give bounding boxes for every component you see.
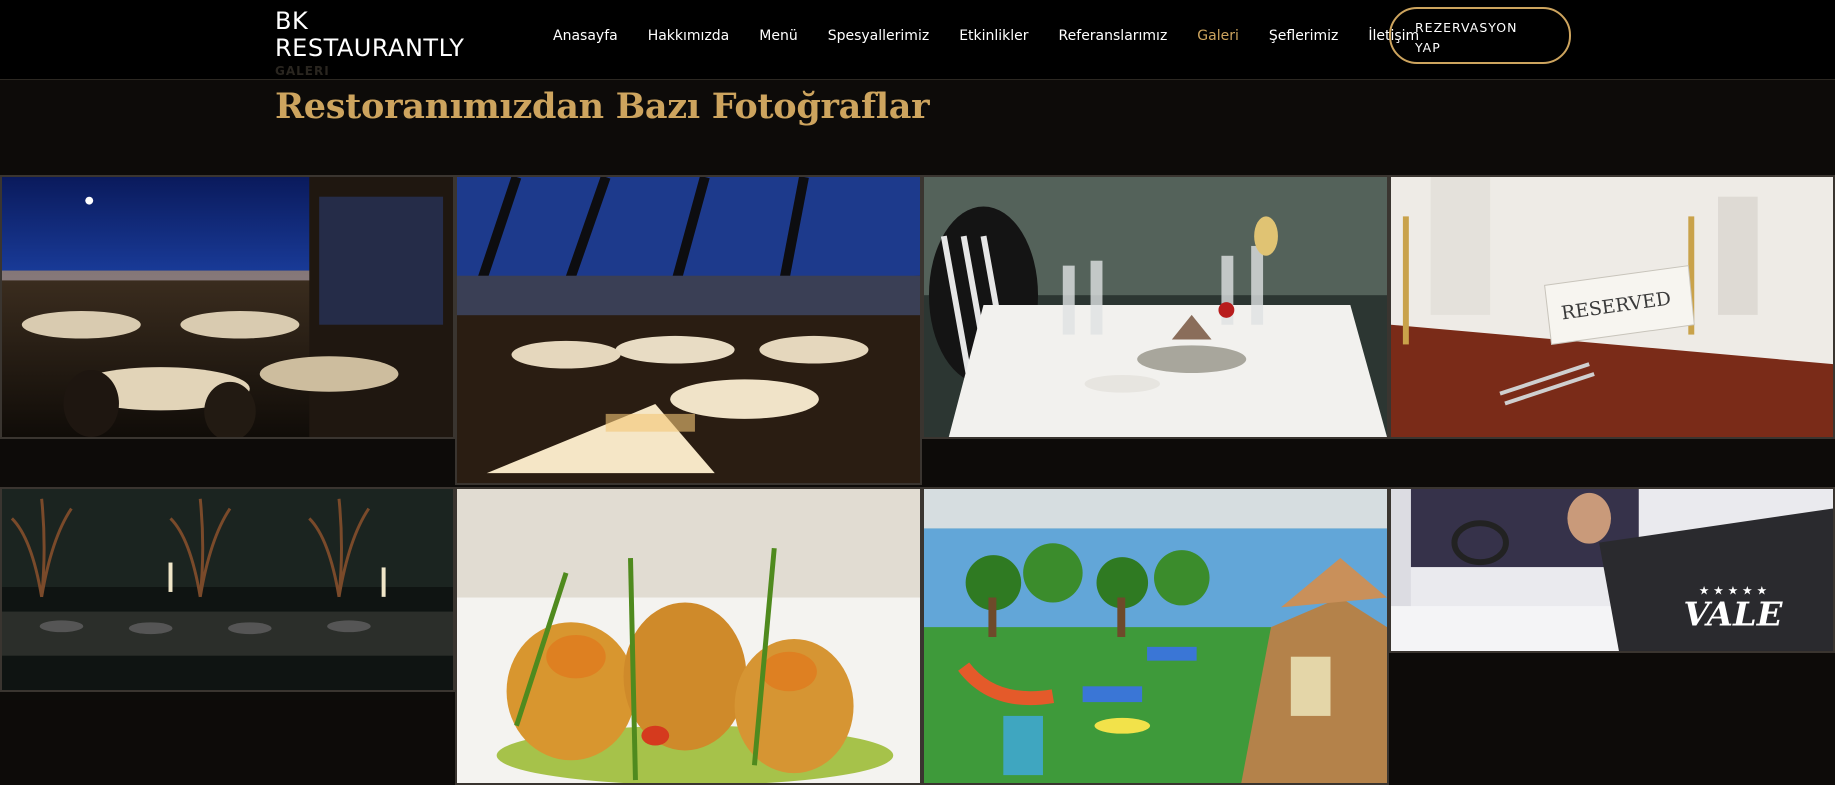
valet-jacket-text: VALE <box>1683 595 1783 634</box>
gallery-photo-kids-playroom[interactable] <box>922 487 1389 785</box>
gallery-photo-glass-roof-hall[interactable] <box>455 175 922 485</box>
nav-item-seflerimiz[interactable]: Şeflerimiz <box>1269 28 1338 44</box>
gallery-photo-night-terrace[interactable] <box>0 175 455 439</box>
nav-item-referanslarimiz[interactable]: Referanslarımız <box>1059 28 1168 44</box>
gallery-photo-valet[interactable]: VALE ★ ★ ★ ★ ★ <box>1389 487 1835 653</box>
main-nav: Anasayfa Hakkımızda Menü Spesyallerimiz … <box>553 0 1449 72</box>
section-tag: GALERI <box>275 64 330 78</box>
gallery-photo-table-setting[interactable] <box>922 175 1389 439</box>
brand-line-1: BK <box>275 7 309 35</box>
reservation-button[interactable]: REZERVASYON YAP <box>1389 7 1571 64</box>
gallery-photo-stuffed-flowers[interactable] <box>455 487 922 785</box>
gallery-photo-dark-table[interactable] <box>0 487 455 692</box>
nav-item-anasayfa[interactable]: Anasayfa <box>553 28 618 44</box>
nav-item-etkinlikler[interactable]: Etkinlikler <box>959 28 1028 44</box>
reservation-button-line-2: YAP <box>1415 40 1441 55</box>
nav-item-hakkimizda[interactable]: Hakkımızda <box>648 28 730 44</box>
nav-item-menu[interactable]: Menü <box>759 28 797 44</box>
nav-item-spesyallerimiz[interactable]: Spesyallerimiz <box>828 28 929 44</box>
nav-item-galeri[interactable]: Galeri <box>1197 28 1239 44</box>
page-title: Restoranımızdan Bazı Fotoğraflar <box>275 86 930 127</box>
gallery-photo-reserved-table[interactable]: RESERVED <box>1389 175 1835 439</box>
reservation-button-line-1: REZERVASYON <box>1415 20 1518 35</box>
site-header: BK RESTAURANTLY GALERI Anasayfa Hakkımız… <box>0 0 1835 80</box>
brand-line-2: RESTAURANTLY <box>275 34 465 62</box>
svg-text:★ ★ ★ ★ ★: ★ ★ ★ ★ ★ <box>1699 583 1767 597</box>
brand-logo[interactable]: BK RESTAURANTLY <box>275 8 515 62</box>
